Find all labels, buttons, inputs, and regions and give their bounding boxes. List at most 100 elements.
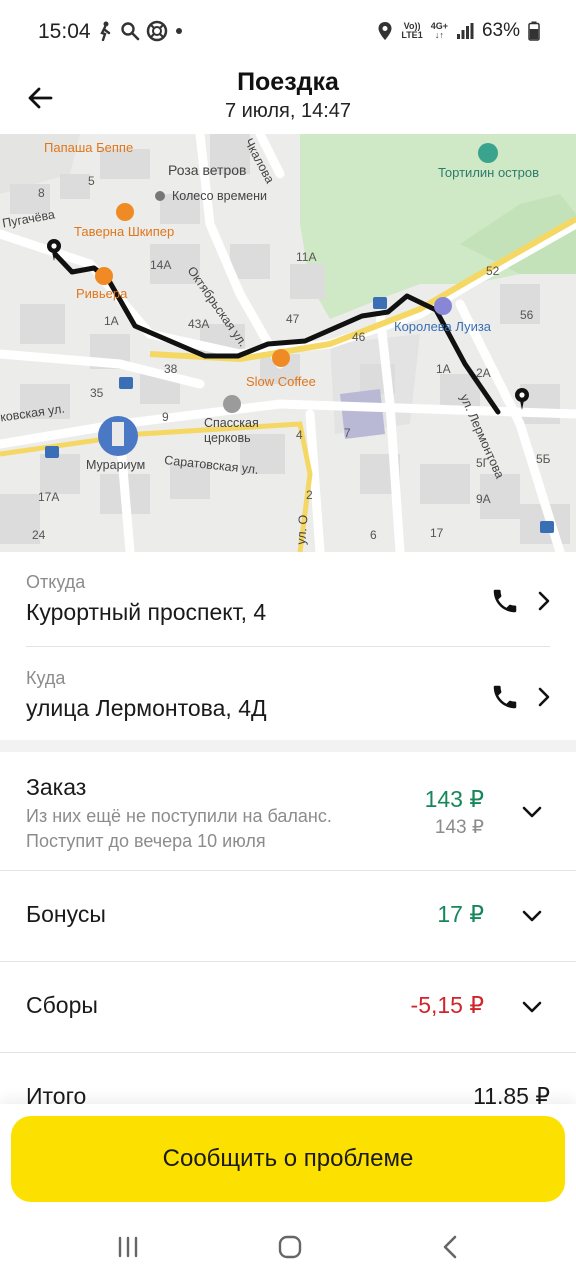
map-house-number: 7 [344, 426, 351, 440]
map-house-number: 47 [286, 312, 300, 326]
call-to-button[interactable] [488, 680, 522, 714]
map-house-number: 9А [476, 492, 491, 506]
report-problem-button[interactable]: Сообщить о проблеме [11, 1116, 565, 1202]
search-icon [121, 22, 140, 41]
map-house-number: 1А [104, 314, 119, 328]
map-house-number: 56 [520, 308, 534, 322]
chevron-right-icon [538, 591, 550, 611]
map-house-number: 4 [296, 428, 303, 442]
status-bar: 15:04 Vo)) LTE1 4G+ ↓↑ 63% [0, 0, 576, 64]
map-label-roza: Роза ветров [168, 162, 247, 178]
recents-button[interactable] [108, 1232, 148, 1262]
bonus-amount: 17 ₽ [437, 901, 484, 927]
map-house-number: 2А [476, 366, 491, 380]
map-label-spasskaya: Спасская церковь [204, 416, 259, 445]
order-title: Заказ [26, 774, 87, 800]
section-gap [0, 740, 576, 752]
fees-title: Сборы [26, 992, 98, 1018]
map-house-number: 17А [38, 490, 60, 504]
map-house-number: 5Б [536, 452, 551, 466]
home-button[interactable] [270, 1232, 310, 1262]
volte-indicator: Vo)) LTE1 [401, 22, 422, 40]
map-label-papasha: Папаша Беппе [44, 140, 134, 155]
signal-icon [456, 23, 474, 39]
to-label: Куда [26, 668, 66, 688]
map-house-number: 17 [430, 526, 444, 540]
system-navbar [0, 1214, 576, 1280]
bonus-title: Бонусы [26, 901, 106, 927]
to-address-row[interactable]: Куда улица Лермонтова, 4Д [0, 648, 576, 742]
order-note-line2: Поступит до вечера 10 июля [26, 831, 266, 851]
chevron-down-icon [522, 910, 542, 922]
header: Поездка 7 июля, 14:47 [0, 64, 576, 134]
bonus-expand[interactable] [520, 904, 544, 928]
map-house-number: 5 [88, 174, 95, 188]
phone-icon [493, 589, 517, 613]
location-icon [378, 22, 392, 40]
battery-percent: 63% [481, 20, 520, 41]
map-label-river: Ривьера [76, 286, 128, 301]
map-house-number: 46 [352, 330, 366, 344]
address-divider [26, 646, 550, 647]
to-details-chevron[interactable] [534, 684, 554, 710]
map-label-murarium: Мурариум [86, 458, 146, 472]
route-map[interactable]: Папаша Беппе Роза ветров Колесо времени … [0, 134, 576, 552]
status-time: 15:04 [38, 20, 91, 43]
order-amount: 143 ₽ [424, 786, 484, 812]
back-nav-button[interactable] [430, 1232, 470, 1262]
chevron-right-icon [538, 687, 550, 707]
from-address-row[interactable]: Откуда Курортный проспект, 4 [0, 552, 576, 646]
from-label: Откуда [26, 572, 86, 592]
lifebuoy-icon [146, 20, 168, 42]
fees-amount: -5,15 ₽ [410, 992, 484, 1018]
walk-icon [100, 21, 111, 41]
map-house-number: 11А [296, 250, 317, 264]
dot-icon [176, 28, 182, 34]
trip-finance: Заказ Из них ещё не поступили на баланс.… [0, 752, 576, 1112]
map-house-number: 2 [306, 488, 313, 502]
home-icon [278, 1235, 302, 1259]
map-house-number: 9 [162, 410, 169, 424]
fees-expand[interactable] [520, 995, 544, 1019]
back-nav-icon [443, 1235, 457, 1259]
map-label-tortilin: Тортилин остров [438, 165, 540, 180]
map-house-number: 14А [150, 258, 172, 272]
fees-row[interactable]: Сборы -5,15 ₽ [0, 962, 576, 1052]
net-type-bottom: ↓↑ [434, 30, 444, 40]
recents-icon [118, 1236, 138, 1258]
map-canvas [0, 134, 576, 552]
net-type-indicator: 4G+ ↓↑ [431, 22, 448, 40]
map-house-number: 52 [486, 264, 500, 278]
volte-bottom: LTE1 [401, 30, 423, 40]
status-icons-left [96, 20, 184, 42]
order-note-line1: Из них ещё не поступили на баланс. [26, 806, 332, 826]
page-title: Поездка [237, 68, 339, 96]
from-address: Курортный проспект, 4 [26, 599, 267, 625]
map-label-koleso: Колесо времени [172, 189, 267, 203]
map-label-slow: Slow Coffee [246, 374, 316, 389]
map-house-number: 8 [38, 186, 45, 200]
bonus-row[interactable]: Бонусы 17 ₽ [0, 871, 576, 961]
order-expand[interactable] [520, 800, 544, 824]
chevron-down-icon [522, 806, 542, 818]
trip-datetime: 7 июля, 14:47 [224, 100, 352, 122]
to-address: улица Лермонтова, 4Д [26, 695, 267, 721]
trip-addresses: Откуда Курортный проспект, 4 Куда улица … [0, 552, 576, 740]
from-details-chevron[interactable] [534, 588, 554, 614]
call-from-button[interactable] [488, 584, 522, 618]
map-label-taverna: Таверна Шкипер [74, 224, 175, 239]
map-house-number: 43А [188, 317, 210, 331]
map-house-number: 24 [32, 528, 46, 542]
map-house-number: 5Г [476, 456, 490, 470]
map-house-number: 6 [370, 528, 377, 542]
phone-icon [493, 685, 517, 709]
map-label-koroleva: Королева Луиза [394, 319, 492, 334]
map-label-uo: ул. О [294, 514, 311, 546]
map-house-number: 1А [436, 362, 451, 376]
order-row[interactable]: Заказ Из них ещё не поступили на баланс.… [0, 752, 576, 870]
map-house-number: 35 [90, 386, 104, 400]
order-pending-amount: 143 ₽ [434, 817, 484, 838]
map-house-number: 38 [164, 362, 178, 376]
chevron-down-icon [522, 1001, 542, 1013]
battery-icon [528, 21, 540, 41]
